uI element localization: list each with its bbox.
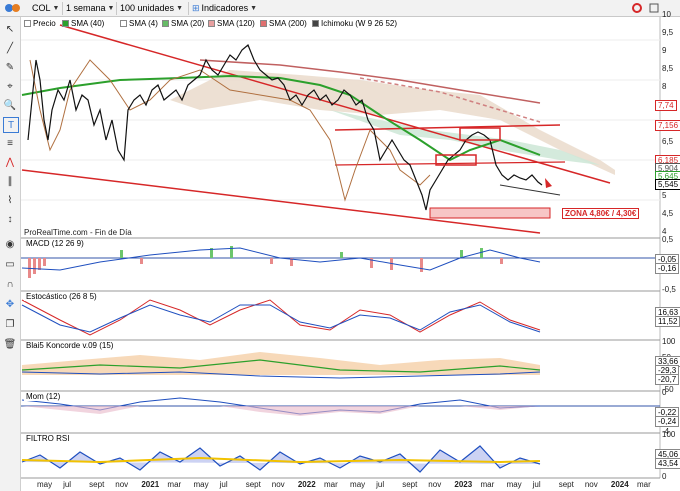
panel-title-rsi[interactable]: FILTRO RSI (24, 434, 72, 443)
x-tick-label: may (506, 480, 522, 489)
legend-sma200[interactable]: SMA (200) (260, 19, 307, 28)
legend-sma120[interactable]: SMA (120) (208, 19, 255, 28)
price-tick-label: 9 (662, 46, 667, 56)
x-tick-label: nov (428, 480, 442, 489)
legend-sma20[interactable]: SMA (20) (162, 19, 204, 28)
price-tag: 5,545 (655, 179, 680, 190)
x-tick-label: jul (532, 480, 541, 489)
price-tick-label: 8,5 (662, 64, 674, 74)
legend-precio[interactable]: Precio (24, 19, 56, 28)
legend-label: SMA (120) (217, 19, 255, 28)
panel-title-macd[interactable]: MACD (12 26 9) (24, 239, 86, 248)
panel-value-tag: 43,54 (655, 458, 680, 469)
x-tick-label: may (37, 480, 53, 489)
legend-chip (312, 20, 319, 27)
legend-sma40[interactable]: SMA (40) (62, 19, 104, 28)
panel-value-tag: -20,7 (655, 374, 680, 385)
x-tick-label: jul (219, 480, 228, 489)
panel-tick-label: 100 (662, 337, 676, 346)
price-tick-label: 5 (662, 190, 667, 200)
legend-chip (120, 20, 127, 27)
x-tick-label: mar (480, 480, 495, 489)
legend-chip (24, 20, 31, 27)
x-tick-label: sept (402, 480, 418, 489)
price-tick-label: 6,5 (662, 136, 674, 146)
legend-chip (208, 20, 215, 27)
price-tick-label: 8 (662, 82, 667, 92)
legend-label: Ichimoku (W 9 26 52) (321, 19, 398, 28)
panel-title-momentum[interactable]: Mom (12) (24, 392, 63, 401)
panel-title-koncorde[interactable]: Blai5 Koncorde v.09 (15) (24, 341, 116, 350)
legend-label: SMA (4) (129, 19, 158, 28)
panel-tick-label: 0 (662, 472, 667, 481)
panel-tick-label: 0 (662, 388, 667, 397)
legend-sma4[interactable]: SMA (4) (120, 19, 158, 28)
legend-label: SMA (40) (71, 19, 105, 28)
x-tick-label: mar (323, 480, 338, 489)
panel-value-tag: 11,52 (655, 316, 680, 327)
panel-value-tag: -0,24 (655, 416, 680, 427)
price-tick-label: 9,5 (662, 28, 674, 38)
x-tick-label: 2024 (610, 480, 629, 489)
price-tick-label: 4,5 (662, 208, 674, 218)
zone-label: ZONA 4,80€ / 4,30€ (562, 208, 640, 219)
x-tick-label: nov (115, 480, 129, 489)
price-tag: 7,74 (655, 100, 677, 111)
legend-label: SMA (200) (269, 19, 307, 28)
price-tick-label: 10 (662, 10, 671, 19)
source-label: ProRealTime.com - Fin de Día (24, 228, 132, 237)
x-tick-label: sept (245, 480, 261, 489)
price-tag: 7,156 (655, 120, 680, 131)
legend-ichimoku[interactable]: Ichimoku (W 9 26 52) (312, 19, 397, 28)
x-tick-label: sept (558, 480, 574, 489)
legend-label: Precio (33, 19, 56, 28)
x-tick-label: 2022 (297, 480, 316, 489)
panel-tick-label: 100 (662, 430, 676, 439)
x-tick-label: sept (89, 480, 105, 489)
legend-chip (260, 20, 267, 27)
x-tick-label: may (193, 480, 209, 489)
x-tick-label: jul (63, 480, 72, 489)
x-tick-label: mar (167, 480, 182, 489)
panel-title-stochastic[interactable]: Estocástico (26 8 5) (24, 292, 99, 301)
x-tick-label: nov (584, 480, 598, 489)
legend-chip (62, 20, 69, 27)
x-tick-label: 2023 (454, 480, 473, 489)
panel-tick-label: -0,5 (662, 285, 676, 294)
legend-label: SMA (20) (171, 19, 205, 28)
panel-value-tag: -0,16 (655, 263, 680, 274)
chart-canvas[interactable] (0, 0, 680, 491)
x-tick-label: 2021 (141, 480, 160, 489)
x-tick-label: nov (271, 480, 285, 489)
x-tick-label: may (350, 480, 366, 489)
x-tick-label: mar (637, 480, 651, 489)
panel-tick-label: 0,5 (662, 235, 674, 244)
x-tick-label: jul (376, 480, 385, 489)
legend-chip (162, 20, 169, 27)
